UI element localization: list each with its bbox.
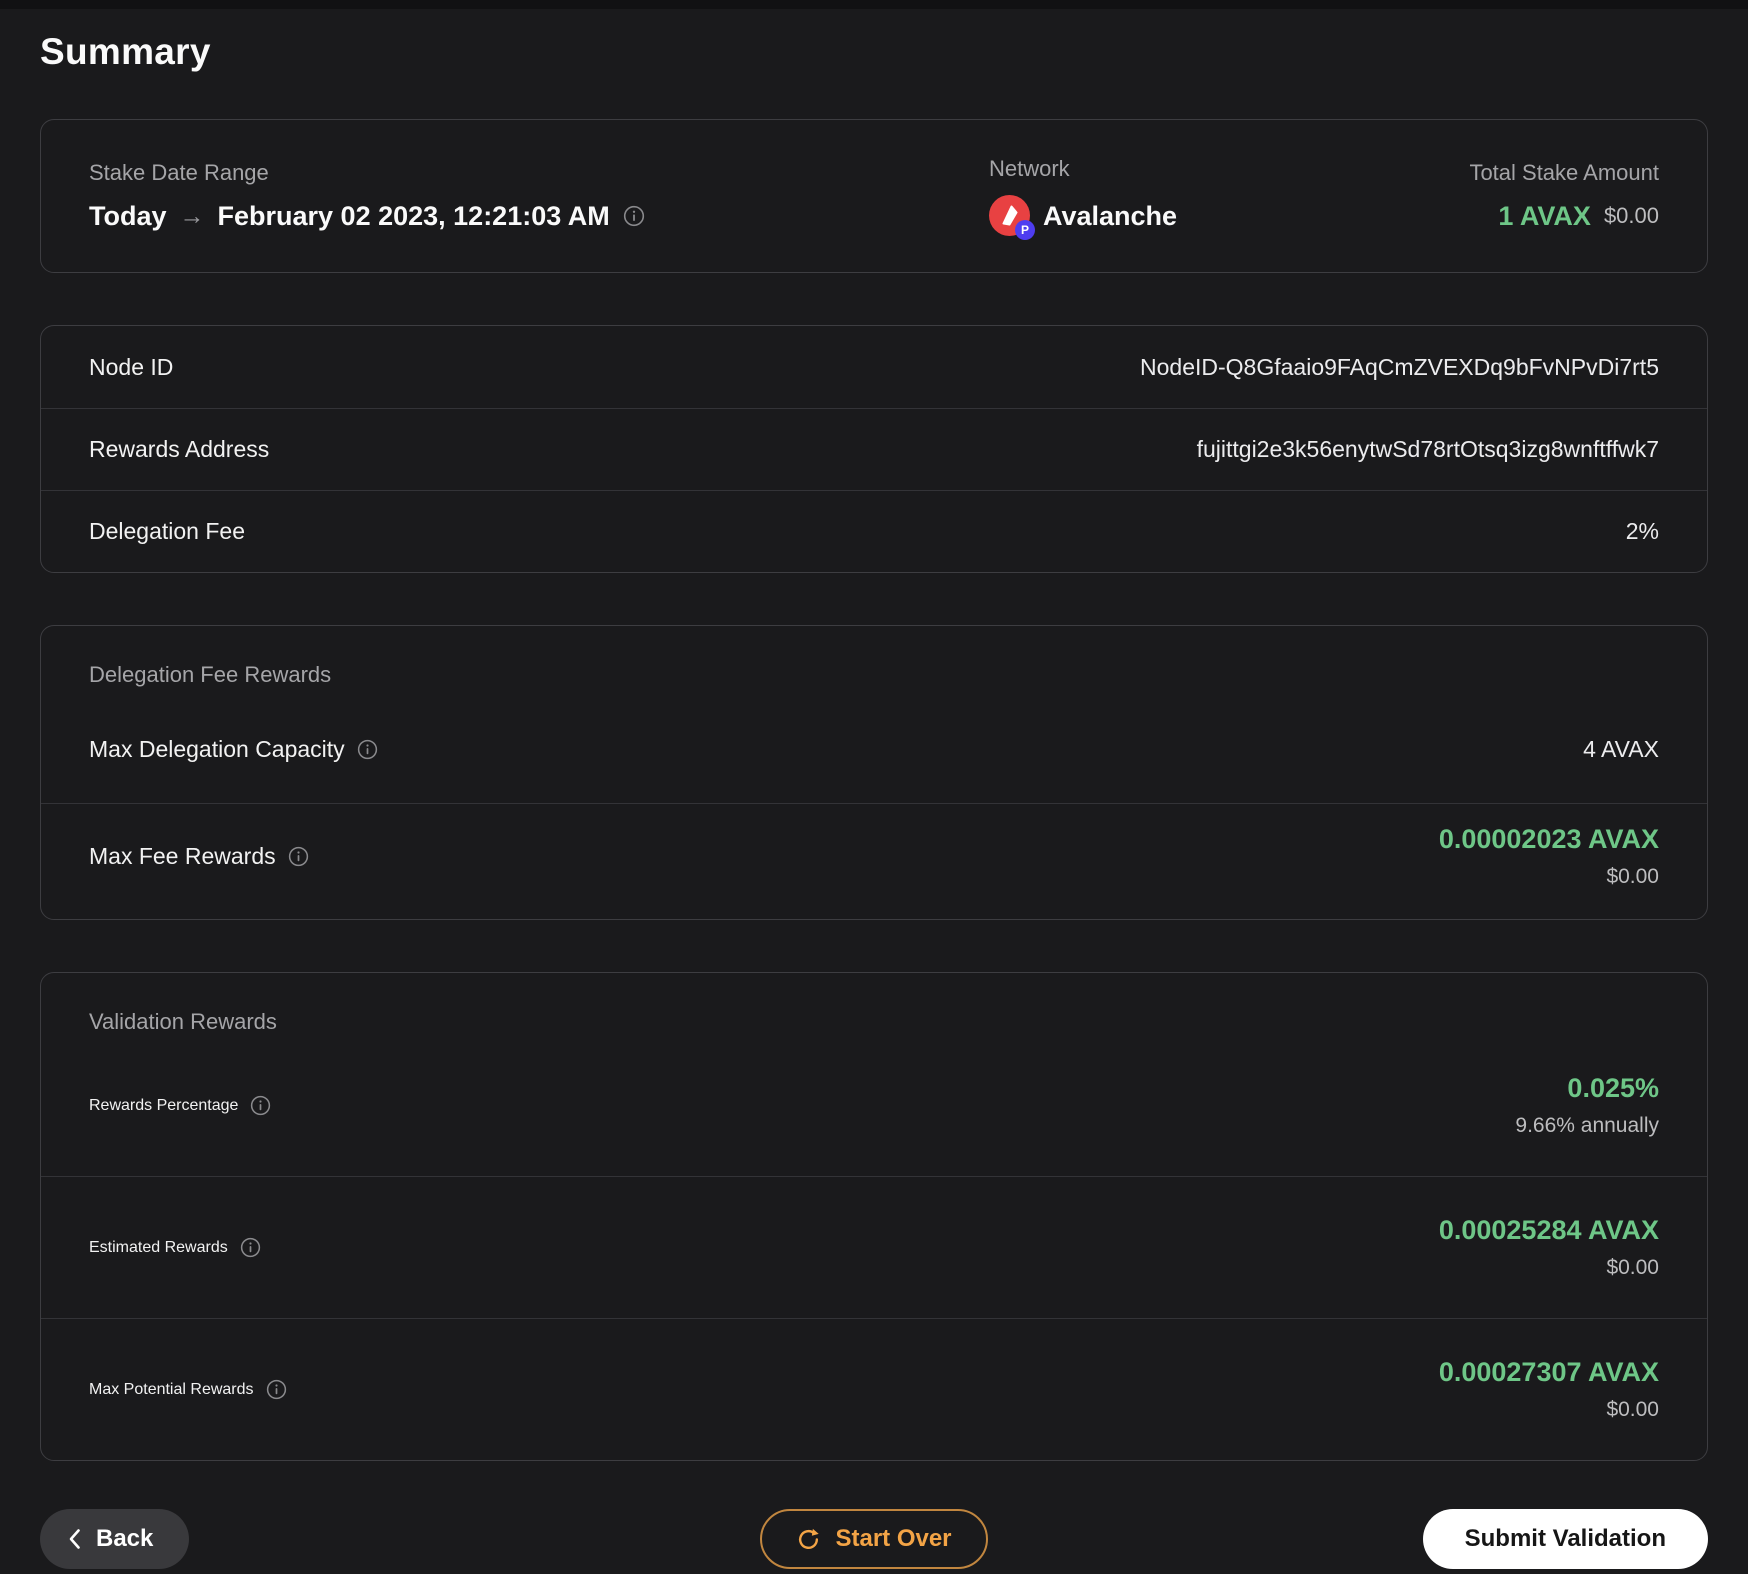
network-name: Avalanche: [1043, 200, 1178, 231]
stake-date-range: Stake Date Range Today → February 02 202…: [89, 160, 989, 233]
max-delegation-capacity-label: Max Delegation Capacity: [89, 736, 345, 762]
rewards-address-label: Rewards Address: [89, 436, 270, 462]
total-stake-label: Total Stake Amount: [1469, 159, 1659, 185]
total-stake-usd: $0.00: [1603, 202, 1659, 228]
info-icon[interactable]: [357, 739, 378, 760]
stake-date-range-label: Stake Date Range: [89, 159, 269, 185]
footer-actions: Back Start Over Submit Validation: [40, 1509, 1708, 1569]
delegation-fee-row: Delegation Fee 2%: [41, 490, 1707, 572]
estimated-rewards-usd: $0.00: [1606, 1256, 1659, 1279]
refresh-icon: [796, 1527, 821, 1552]
rewards-percentage-label: Rewards Percentage: [89, 1096, 239, 1114]
back-button[interactable]: Back: [40, 1509, 190, 1569]
validation-rewards-title: Validation Rewards: [89, 1009, 277, 1034]
info-icon[interactable]: [240, 1237, 261, 1258]
max-fee-rewards-label: Max Fee Rewards: [89, 843, 276, 869]
max-delegation-capacity-value: 4 AVAX: [1583, 736, 1659, 762]
chevron-left-icon: [68, 1528, 81, 1550]
p-chain-badge: P: [1015, 220, 1035, 240]
estimated-rewards-value: 0.00025284 AVAX: [1438, 1215, 1659, 1245]
rewards-address-row: Rewards Address fujittgi2e3k56enytwSd78r…: [41, 408, 1707, 490]
max-potential-rewards-value: 0.00027307 AVAX: [1438, 1357, 1659, 1387]
estimated-rewards-label: Estimated Rewards: [89, 1238, 228, 1256]
network-section: Network P Avalanche: [989, 156, 1469, 240]
max-potential-rewards-usd: $0.00: [1606, 1398, 1659, 1421]
rewards-address-value: fujittgi2e3k56enytwSd78rtOtsq3izg8wnftff…: [1196, 436, 1659, 462]
delegation-fee-rewards-title: Delegation Fee Rewards: [89, 662, 332, 687]
max-potential-rewards-label: Max Potential Rewards: [89, 1380, 254, 1398]
stake-date-from: Today: [89, 200, 167, 231]
max-fee-rewards-usd: $0.00: [1606, 865, 1659, 888]
info-icon[interactable]: [250, 1095, 271, 1116]
total-stake-section: Total Stake Amount 1 AVAX $0.00: [1469, 160, 1659, 233]
max-fee-rewards-row: Max Fee Rewards 0.00002023 AVAX $0.00: [41, 803, 1707, 919]
node-id-value: NodeID-Q8Gfaaio9FAqCmZVEXDq9bFvNPvDi7rt5: [1140, 353, 1659, 380]
start-over-button-label: Start Over: [835, 1525, 952, 1552]
delegation-fee-value: 2%: [1625, 518, 1659, 544]
node-id-row: Node ID NodeID-Q8Gfaaio9FAqCmZVEXDq9bFvN…: [41, 326, 1707, 408]
info-icon[interactable]: [623, 205, 645, 227]
arrow-right-icon: →: [179, 201, 205, 230]
estimated-rewards-row: Estimated Rewards 0.00025284 AVAX $0.00: [41, 1176, 1707, 1318]
stake-overview-card: Stake Date Range Today → February 02 202…: [40, 119, 1708, 273]
info-icon[interactable]: [288, 846, 309, 867]
start-over-button[interactable]: Start Over: [760, 1509, 988, 1569]
avalanche-logo-icon: P: [989, 195, 1035, 240]
max-potential-rewards-row: Max Potential Rewards 0.00027307 AVAX $0…: [41, 1318, 1707, 1460]
page-title: Summary: [40, 31, 211, 72]
rewards-percentage-value: 0.025%: [1567, 1073, 1659, 1103]
validation-rewards-card: Validation Rewards Rewards Percentage 0.…: [40, 972, 1708, 1461]
rewards-percentage-annual: 9.66% annually: [1515, 1114, 1659, 1137]
network-label: Network: [989, 156, 1070, 181]
delegation-fee-label: Delegation Fee: [89, 518, 245, 544]
total-stake-amount: 1 AVAX: [1498, 200, 1591, 231]
info-icon[interactable]: [266, 1379, 287, 1400]
max-fee-rewards-value: 0.00002023 AVAX: [1438, 824, 1659, 854]
submit-validation-label: Submit Validation: [1464, 1525, 1666, 1552]
rewards-percentage-row: Rewards Percentage 0.025% 9.66% annually: [41, 1035, 1707, 1176]
node-details-card: Node ID NodeID-Q8Gfaaio9FAqCmZVEXDq9bFvN…: [40, 325, 1708, 573]
node-id-label: Node ID: [89, 353, 174, 380]
max-delegation-capacity-row: Max Delegation Capacity 4 AVAX: [41, 688, 1707, 803]
summary-page: Summary Stake Date Range Today → Februar…: [0, 31, 1748, 1569]
back-button-label: Back: [96, 1525, 154, 1552]
stake-date-to: February 02 2023, 12:21:03 AM: [217, 200, 610, 231]
submit-validation-button[interactable]: Submit Validation: [1422, 1509, 1708, 1569]
top-edge: [0, 0, 1748, 9]
delegation-fee-rewards-card: Delegation Fee Rewards Max Delegation Ca…: [40, 625, 1708, 920]
